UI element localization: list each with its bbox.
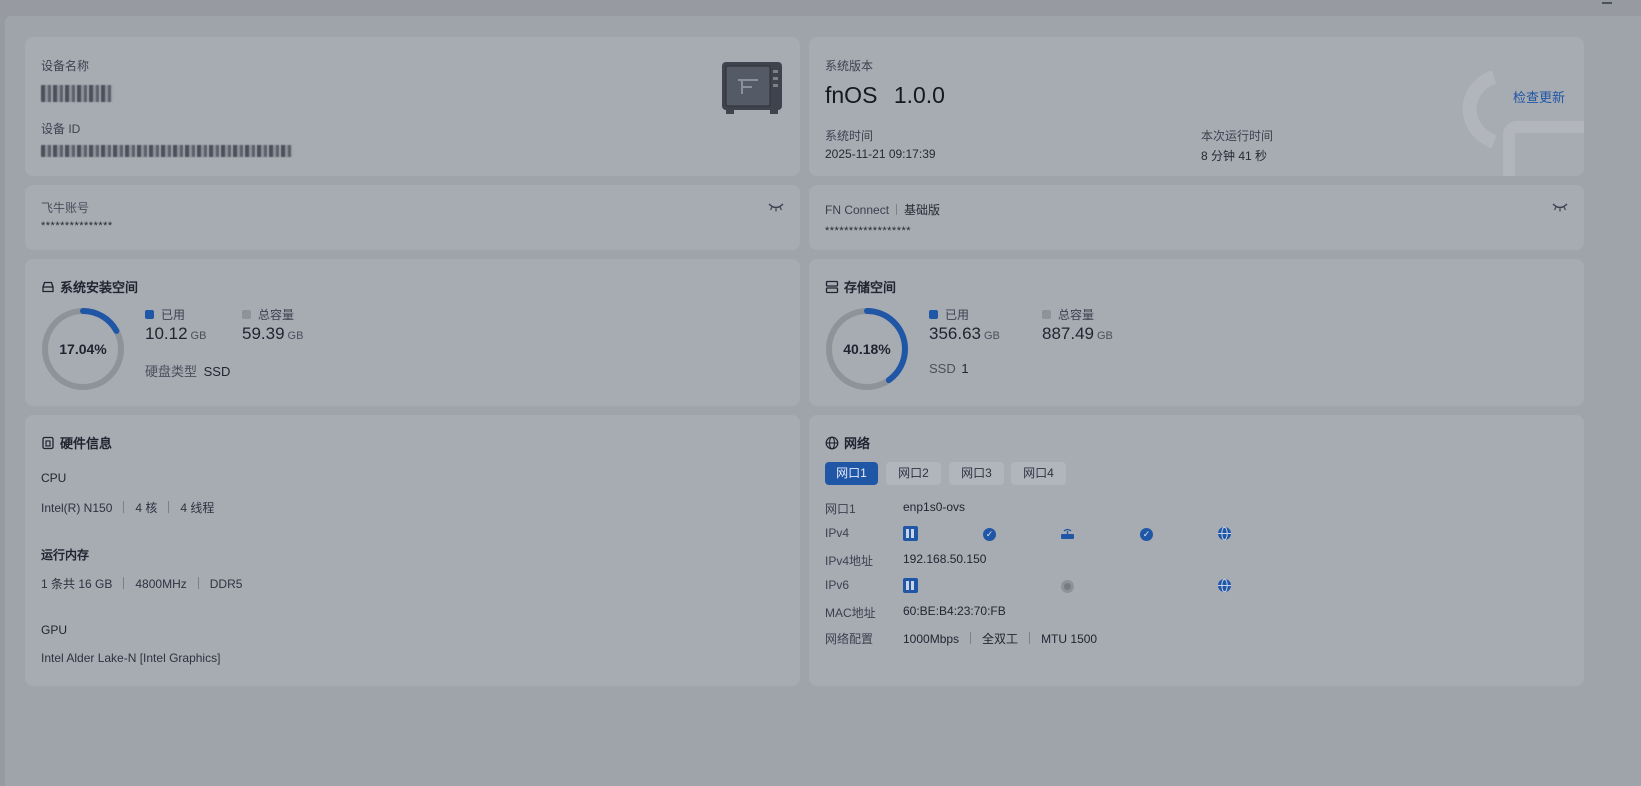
system-version-name: fnOS: [825, 82, 878, 108]
system-version-label: 系统版本: [825, 59, 874, 73]
system-time-value: 2025-11-21 09:17:39: [825, 147, 936, 161]
storage-title: 存储空间: [825, 277, 896, 296]
memory-type: DDR5: [209, 577, 243, 591]
tab-port-2[interactable]: 网口2: [886, 462, 941, 485]
hardware-chip-icon: [42, 436, 54, 449]
system-storage-title: 系统安装空间: [41, 277, 138, 296]
globe-icon: [825, 436, 839, 449]
system-storage-percent: 17.04%: [59, 341, 107, 357]
storage-total-legend: 总容量: [1042, 306, 1094, 323]
system-version-number: 1.0.0: [893, 82, 945, 108]
storage-percent: 40.18%: [843, 341, 891, 357]
device-id-value: [41, 145, 293, 157]
hardware-card: [25, 415, 800, 686]
eye-closed-icon[interactable]: [1552, 202, 1568, 212]
system-time-label: 系统时间: [825, 129, 874, 143]
system-storage-total-value: 59.39 GB: [242, 324, 304, 343]
system-storage-used-legend: 已用: [145, 306, 185, 323]
storage-pool-icon: [825, 280, 839, 293]
network-config-label: 网络配置: [825, 632, 874, 646]
device-id-label: 设备 ID: [41, 122, 81, 136]
storage-used-value: 356.63 GB: [929, 324, 1000, 343]
memory-info: 1 条共 16 GB 4800MHz DDR5: [41, 575, 242, 592]
system-storage-used-value: 10.12 GB: [145, 324, 207, 343]
system-version: fnOS 1.0.0: [825, 82, 945, 109]
account-card: [25, 185, 800, 250]
storage-title-text: 存储空间: [844, 280, 897, 295]
memory-label: 运行内存: [41, 548, 90, 562]
memory-speed: 4800MHz: [135, 577, 187, 591]
account-value: ***************: [41, 220, 113, 232]
nas-node-icon: [903, 526, 918, 541]
uptime-value: 8 分钟 41 秒: [1201, 149, 1268, 163]
fn-connect-label: FN Connect: [825, 203, 890, 217]
network-config-value: 1000Mbps 全双工 MTU 1500: [903, 630, 1097, 647]
system-storage-total-legend: 总容量: [242, 306, 294, 323]
check-update-link[interactable]: 检查更新: [1513, 87, 1565, 106]
cpu-cores: 4 核: [135, 501, 158, 515]
hardware-title: 硬件信息: [41, 433, 112, 452]
memory-size: 1 条共 16 GB: [41, 577, 113, 591]
router-icon: [1061, 528, 1074, 539]
gpu-label: GPU: [41, 623, 68, 637]
cpu-model: Intel(R) N150: [41, 501, 113, 515]
cpu-info: Intel(R) N150 4 核 4 线程: [41, 499, 214, 516]
storage-total-value: 887.49 GB: [1042, 324, 1113, 343]
nas-node-icon: [903, 578, 918, 593]
network-mtu: MTU 1500: [1041, 632, 1098, 646]
window-corner-icon[interactable]: [1602, 0, 1612, 4]
network-speed: 1000Mbps: [903, 632, 960, 646]
fn-connect-header: FN Connect 基础版: [825, 201, 940, 218]
hardware-title-text: 硬件信息: [60, 436, 113, 451]
ipv6-label: IPv6: [825, 578, 850, 592]
check-circle-icon: ✓: [1140, 528, 1153, 541]
mac-value: 60:BE:B4:23:70:FB: [903, 604, 1006, 618]
device-name-label: 设备名称: [41, 59, 90, 73]
cpu-label: CPU: [41, 471, 67, 485]
disk-type: 硬盘类型 SSD: [145, 364, 231, 379]
internet-globe-icon: [1218, 526, 1231, 541]
ipv4-address-label: IPv4地址: [825, 554, 874, 568]
fn-connect-value: ******************: [825, 225, 912, 237]
device-name-value: [41, 85, 113, 102]
ssd-count: SSD 1: [929, 361, 969, 376]
system-storage-title-text: 系统安装空间: [60, 280, 139, 295]
cpu-threads: 4 线程: [180, 501, 215, 515]
hard-drive-icon: [42, 281, 54, 292]
storage-card: [809, 259, 1584, 406]
account-label: 飞牛账号: [41, 201, 90, 215]
system-storage-card: [25, 259, 800, 406]
ipv4-label: IPv4: [825, 526, 850, 540]
network-title-text: 网络: [844, 436, 871, 451]
eye-closed-icon[interactable]: [768, 202, 784, 212]
tab-port-1[interactable]: 网口1: [825, 462, 878, 485]
fnos-watermark-icon: [1462, 70, 1584, 176]
ipv4-address-value: 192.168.50.150: [903, 552, 987, 566]
uptime-label: 本次运行时间: [1201, 129, 1274, 143]
tab-port-3[interactable]: 网口3: [949, 462, 1004, 485]
nas-device-icon: [722, 62, 782, 114]
check-circle-icon: ✓: [983, 528, 996, 541]
mac-label: MAC地址: [825, 606, 876, 620]
pending-circle-icon: [1061, 580, 1074, 593]
network-duplex: 全双工: [982, 632, 1019, 646]
tab-port-4[interactable]: 网口4: [1011, 462, 1066, 485]
port-value: enp1s0-ovs: [903, 500, 966, 514]
gpu-model: Intel Alder Lake-N [Intel Graphics]: [41, 651, 221, 665]
storage-used-legend: 已用: [929, 306, 969, 323]
port-label: 网口1: [825, 502, 856, 516]
network-title: 网络: [825, 433, 870, 452]
fn-connect-plan: 基础版: [904, 203, 941, 217]
internet-globe-icon: [1218, 578, 1231, 593]
